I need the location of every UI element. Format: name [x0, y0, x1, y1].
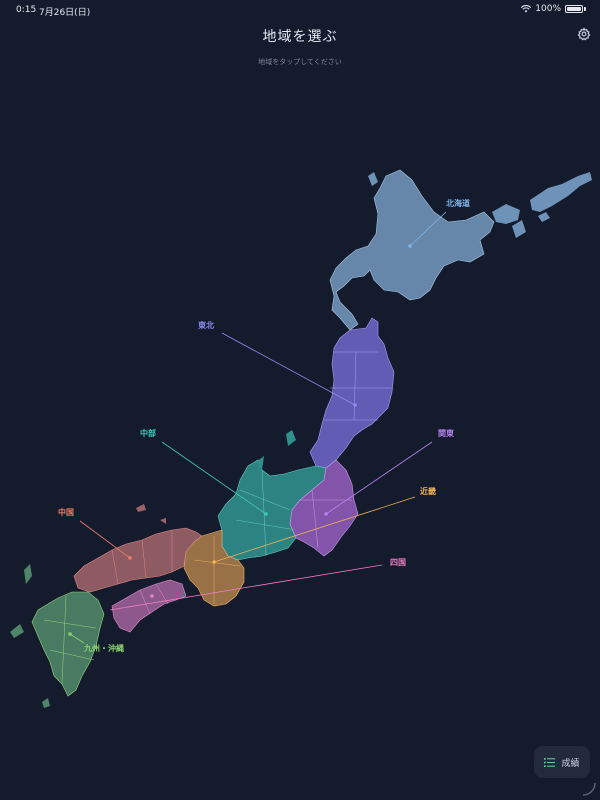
region-shikoku[interactable] — [111, 579, 187, 633]
pin-hokkaido — [408, 244, 412, 248]
pin-kanto — [324, 512, 328, 516]
label-chugoku[interactable]: 中国 — [58, 507, 74, 517]
label-kyushu[interactable]: 九州・沖縄 — [83, 643, 124, 653]
pin-kyushu — [68, 632, 72, 636]
pin-tohoku — [353, 403, 357, 407]
label-tohoku[interactable]: 東北 — [198, 320, 214, 330]
region-chugoku[interactable] — [73, 504, 203, 593]
label-chubu[interactable]: 中部 — [140, 428, 156, 438]
pin-chubu — [264, 512, 268, 516]
label-hokkaido[interactable]: 北海道 — [446, 198, 470, 208]
region-tohoku[interactable] — [309, 317, 395, 469]
japan-map: 北海道 東北 中部 関東 近畿 中国 四国 九州・沖縄 — [10, 169, 592, 708]
results-button-label: 成績 — [561, 758, 580, 769]
label-shikoku[interactable]: 四国 — [390, 557, 406, 567]
list-icon — [544, 757, 556, 767]
results-button[interactable]: 成績 — [534, 746, 590, 778]
corner-indicator — [582, 782, 596, 796]
pin-shikoku — [150, 594, 154, 598]
pin-chugoku — [128, 556, 132, 560]
label-kanto[interactable]: 関東 — [438, 428, 454, 438]
label-kinki[interactable]: 近畿 — [420, 486, 436, 496]
region-hokkaido[interactable] — [329, 169, 592, 331]
connector-chugoku — [79, 520, 131, 559]
pin-kinki — [212, 560, 216, 564]
